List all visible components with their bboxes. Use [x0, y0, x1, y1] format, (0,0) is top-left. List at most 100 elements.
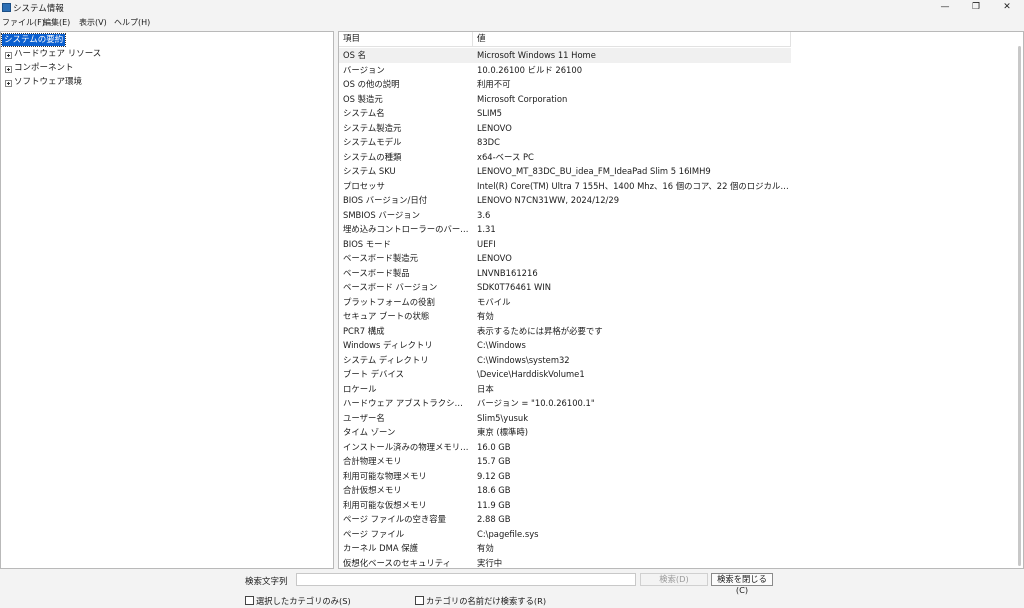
- checkbox-label: 選択したカテゴリのみ(S): [256, 596, 351, 606]
- selected-category-only-checkbox[interactable]: 選択したカテゴリのみ(S): [245, 595, 351, 607]
- row-item-name: OS 名: [343, 50, 366, 60]
- search-button[interactable]: 検索(D): [640, 573, 708, 586]
- menu-file[interactable]: ファイル(F): [2, 17, 45, 28]
- table-row[interactable]: ブート デバイス \Device\HarddiskVolume1: [339, 367, 791, 382]
- row-item-value: C:\Windows: [477, 340, 526, 350]
- table-row[interactable]: 埋め込みコントローラーのバージョン 1.31: [339, 222, 791, 237]
- table-row[interactable]: ベースボード バージョン SDK0T76461 WIN: [339, 280, 791, 295]
- table-row[interactable]: PCR7 構成 表示するためには昇格が必要です: [339, 324, 791, 339]
- row-item-value: Microsoft Windows 11 Home: [477, 50, 596, 60]
- table-row[interactable]: OS 製造元 Microsoft Corporation: [339, 92, 791, 107]
- table-row[interactable]: システムの種類 x64-ベース PC: [339, 150, 791, 165]
- row-item-value: Slim5\yusuk: [477, 412, 529, 423]
- detail-rows: OS 名 Microsoft Windows 11 Home バージョン 10.0.2…: [339, 48, 791, 569]
- row-item-name: SMBIOS バージョン: [343, 209, 421, 220]
- minimize-button[interactable]: —: [930, 0, 960, 15]
- row-item-value: 有効: [477, 311, 494, 321]
- table-row[interactable]: SMBIOS バージョン 3.6: [339, 208, 791, 223]
- table-row[interactable]: インストール済みの物理メモリ (RA... 16.0 GB: [339, 440, 791, 455]
- menu-help[interactable]: ヘルプ(H): [114, 17, 150, 28]
- row-item-value: LENOVO: [477, 122, 512, 133]
- row-item-value: C:\pagefile.sys: [477, 528, 539, 539]
- table-row[interactable]: システム名 SLIM5: [339, 106, 791, 121]
- row-item-value: 利用不可: [477, 79, 511, 89]
- category-tree[interactable]: システムの要約 ハードウェア リソース コンポーネント ソフトウェア環境: [0, 31, 334, 569]
- row-item-name: ブート デバイス: [343, 369, 405, 379]
- table-row[interactable]: ページ ファイル C:\pagefile.sys: [339, 527, 791, 542]
- row-item-name: システム SKU: [343, 166, 396, 176]
- row-item-value: 83DC: [477, 137, 500, 147]
- table-row[interactable]: 利用可能な物理メモリ 9.12 GB: [339, 469, 791, 484]
- row-item-value: LENOVO_MT_83DC_BU_idea_FM_IdeaPad Slim 5…: [477, 166, 711, 176]
- table-row[interactable]: BIOS バージョン/日付 LENOVO N7CN31WW, 2024/12/29: [339, 193, 791, 208]
- table-row[interactable]: 仮想化ベースのセキュリティ 実行中: [339, 556, 791, 569]
- checkbox-box[interactable]: [415, 596, 424, 605]
- row-item-name: プラットフォームの役割: [343, 296, 435, 307]
- row-item-name: 合計仮想メモリ: [343, 485, 402, 495]
- table-row[interactable]: システムモデル 83DC: [339, 135, 791, 150]
- tree-item-components[interactable]: コンポーネント: [14, 62, 74, 74]
- table-row[interactable]: プロセッサ Intel(R) Core(TM) Ultra 7 155H、1400…: [339, 179, 791, 194]
- column-header-value[interactable]: 値: [473, 32, 791, 47]
- search-input[interactable]: [296, 573, 636, 586]
- row-item-value: 11.9 GB: [477, 499, 511, 510]
- table-row[interactable]: セキュア ブートの状態 有効: [339, 309, 791, 324]
- column-header-item[interactable]: 項目: [339, 32, 473, 47]
- row-item-value: UEFI: [477, 238, 496, 249]
- table-row[interactable]: 合計物理メモリ 15.7 GB: [339, 454, 791, 469]
- table-row[interactable]: バージョン 10.0.26100 ビルド 26100: [339, 63, 791, 78]
- checkbox-box[interactable]: [245, 596, 254, 605]
- tree-item-system-summary[interactable]: システムの要約: [0, 33, 67, 47]
- row-item-value: 10.0.26100 ビルド 26100: [477, 64, 583, 75]
- expand-icon[interactable]: [5, 80, 12, 87]
- table-row[interactable]: システム ディレクトリ C:\Windows\system32: [339, 353, 791, 368]
- table-row[interactable]: ロケール 日本: [339, 382, 791, 397]
- category-names-only-checkbox[interactable]: カテゴリの名前だけ検索する(R): [415, 595, 546, 607]
- row-item-name: プロセッサ: [343, 180, 385, 191]
- table-row[interactable]: ベースボード製造元 LENOVO: [339, 251, 791, 266]
- restore-button[interactable]: ❐: [961, 0, 991, 15]
- row-item-value: 2.88 GB: [477, 514, 511, 524]
- table-row[interactable]: ベースボード製品 LNVNB161216: [339, 266, 791, 281]
- search-bar: 検索文字列 検索(D) 検索を閉じる(C) 選択したカテゴリのみ(S) カテゴリ…: [0, 570, 1024, 608]
- row-item-value: 9.12 GB: [477, 470, 511, 481]
- row-item-value: 東京 (標準時): [477, 427, 529, 437]
- detail-list[interactable]: 項目 値 OS 名 Microsoft Windows 11 Home バージョン 1…: [338, 31, 1024, 569]
- tree-item-hardware-resources[interactable]: ハードウェア リソース: [14, 48, 101, 60]
- table-row[interactable]: Windows ディレクトリ C:\Windows: [339, 338, 791, 353]
- expand-icon[interactable]: [5, 66, 12, 73]
- table-row[interactable]: BIOS モード UEFI: [339, 237, 791, 252]
- menu-view[interactable]: 表示(V): [79, 17, 107, 28]
- row-item-value: SDK0T76461 WIN: [477, 282, 552, 292]
- table-row[interactable]: ページ ファイルの空き容量 2.88 GB: [339, 512, 791, 527]
- table-row[interactable]: 合計仮想メモリ 18.6 GB: [339, 483, 791, 498]
- expand-icon[interactable]: [5, 52, 12, 59]
- row-item-name: BIOS モード: [343, 238, 391, 249]
- row-item-name: ページ ファイル: [343, 528, 405, 539]
- table-row[interactable]: OS 名 Microsoft Windows 11 Home: [339, 48, 791, 63]
- row-item-name: 利用可能な仮想メモリ: [343, 499, 427, 510]
- table-row[interactable]: プラットフォームの役割 モバイル: [339, 295, 791, 310]
- table-row[interactable]: カーネル DMA 保護 有効: [339, 541, 791, 556]
- table-row[interactable]: OS の他の説明 利用不可: [339, 77, 791, 92]
- row-item-value: Intel(R) Core(TM) Ultra 7 155H、1400 Mhz、…: [477, 180, 789, 191]
- table-row[interactable]: ハードウェア アブストラクション レイ... バージョン = "10.0.2610…: [339, 396, 791, 411]
- vertical-scrollbar[interactable]: [1018, 46, 1021, 566]
- tree-item-software-environment[interactable]: ソフトウェア環境: [14, 76, 82, 88]
- row-item-name: OS 製造元: [343, 93, 383, 104]
- row-item-name: ユーザー名: [343, 412, 385, 423]
- menu-edit[interactable]: 編集(E): [43, 17, 70, 28]
- row-item-name: ページ ファイルの空き容量: [343, 514, 446, 524]
- row-item-value: \Device\HarddiskVolume1: [477, 369, 585, 379]
- row-item-name: カーネル DMA 保護: [343, 543, 418, 553]
- close-search-button[interactable]: 検索を閉じる(C): [711, 573, 773, 595]
- table-row[interactable]: システム製造元 LENOVO: [339, 121, 791, 136]
- table-row[interactable]: タイム ゾーン 東京 (標準時): [339, 425, 791, 440]
- row-item-name: タイム ゾーン: [343, 427, 396, 437]
- row-item-value: 16.0 GB: [477, 441, 511, 452]
- row-item-name: BIOS バージョン/日付: [343, 195, 428, 205]
- table-row[interactable]: 利用可能な仮想メモリ 11.9 GB: [339, 498, 791, 513]
- close-window-button[interactable]: ✕: [992, 0, 1022, 15]
- table-row[interactable]: ユーザー名 Slim5\yusuk: [339, 411, 791, 426]
- table-row[interactable]: システム SKU LENOVO_MT_83DC_BU_idea_FM_IdeaPa…: [339, 164, 791, 179]
